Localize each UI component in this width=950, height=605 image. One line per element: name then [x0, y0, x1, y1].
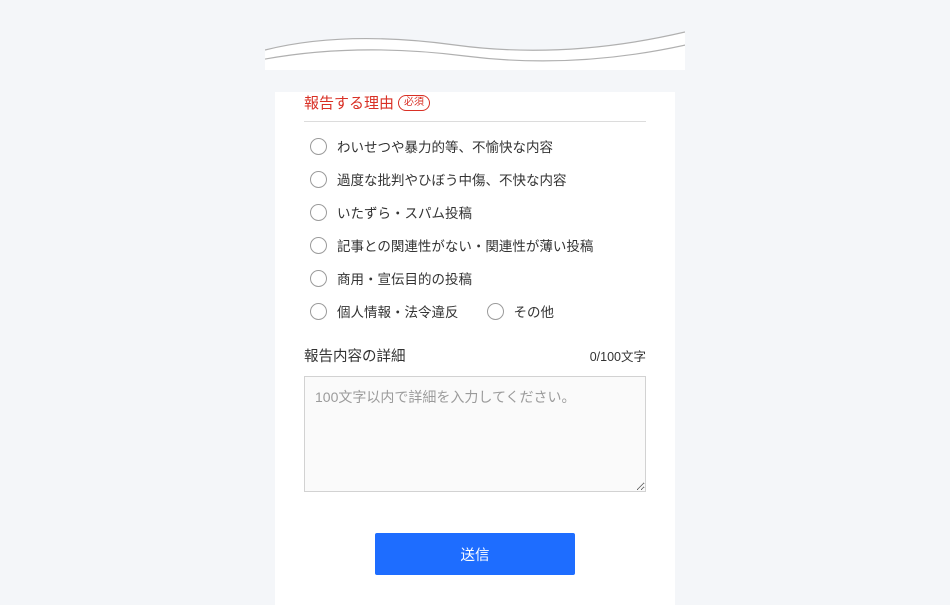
- radio-icon: [310, 138, 327, 155]
- radio-label: いたずら・スパム投稿: [337, 202, 472, 222]
- radio-label: 記事との関連性がない・関連性が薄い投稿: [337, 235, 593, 255]
- reason-option-spam[interactable]: いたずら・スパム投稿: [310, 202, 646, 222]
- char-count: 0/100文字: [590, 346, 646, 365]
- reason-option-other[interactable]: その他: [487, 301, 555, 321]
- detail-section-title: 報告内容の詳細: [304, 345, 406, 366]
- radio-label: その他: [514, 301, 555, 321]
- radio-icon: [487, 303, 504, 320]
- reason-option-irrelevant[interactable]: 記事との関連性がない・関連性が薄い投稿: [310, 235, 646, 255]
- radio-icon: [310, 303, 327, 320]
- reason-section-header: 報告する理由 必須: [304, 92, 646, 122]
- radio-icon: [310, 270, 327, 287]
- radio-icon: [310, 204, 327, 221]
- detail-section-header: 報告内容の詳細 0/100文字: [304, 345, 646, 366]
- radio-label: 個人情報・法令違反: [337, 301, 459, 321]
- reason-option-commercial[interactable]: 商用・宣伝目的の投稿: [310, 268, 646, 288]
- torn-edge-decoration: [265, 0, 685, 70]
- radio-icon: [310, 171, 327, 188]
- reason-option-obscene[interactable]: わいせつや暴力的等、不愉快な内容: [310, 136, 646, 156]
- reason-option-slander[interactable]: 過度な批判やひぼう中傷、不快な内容: [310, 169, 646, 189]
- radio-label: 過度な批判やひぼう中傷、不快な内容: [337, 169, 567, 189]
- detail-textarea[interactable]: [304, 376, 646, 492]
- radio-label: わいせつや暴力的等、不愉快な内容: [337, 136, 553, 156]
- reason-section-title: 報告する理由: [304, 92, 394, 113]
- submit-row: 送信: [304, 533, 646, 575]
- reason-option-personal-info[interactable]: 個人情報・法令違反: [310, 301, 459, 321]
- radio-label: 商用・宣伝目的の投稿: [337, 268, 472, 288]
- reason-radio-list: わいせつや暴力的等、不愉快な内容 過度な批判やひぼう中傷、不快な内容 いたずら・…: [304, 136, 646, 321]
- required-badge: 必須: [398, 95, 430, 111]
- submit-button[interactable]: 送信: [375, 533, 575, 575]
- radio-icon: [310, 237, 327, 254]
- report-form: 報告する理由 必須 わいせつや暴力的等、不愉快な内容 過度な批判やひぼう中傷、不…: [275, 92, 675, 605]
